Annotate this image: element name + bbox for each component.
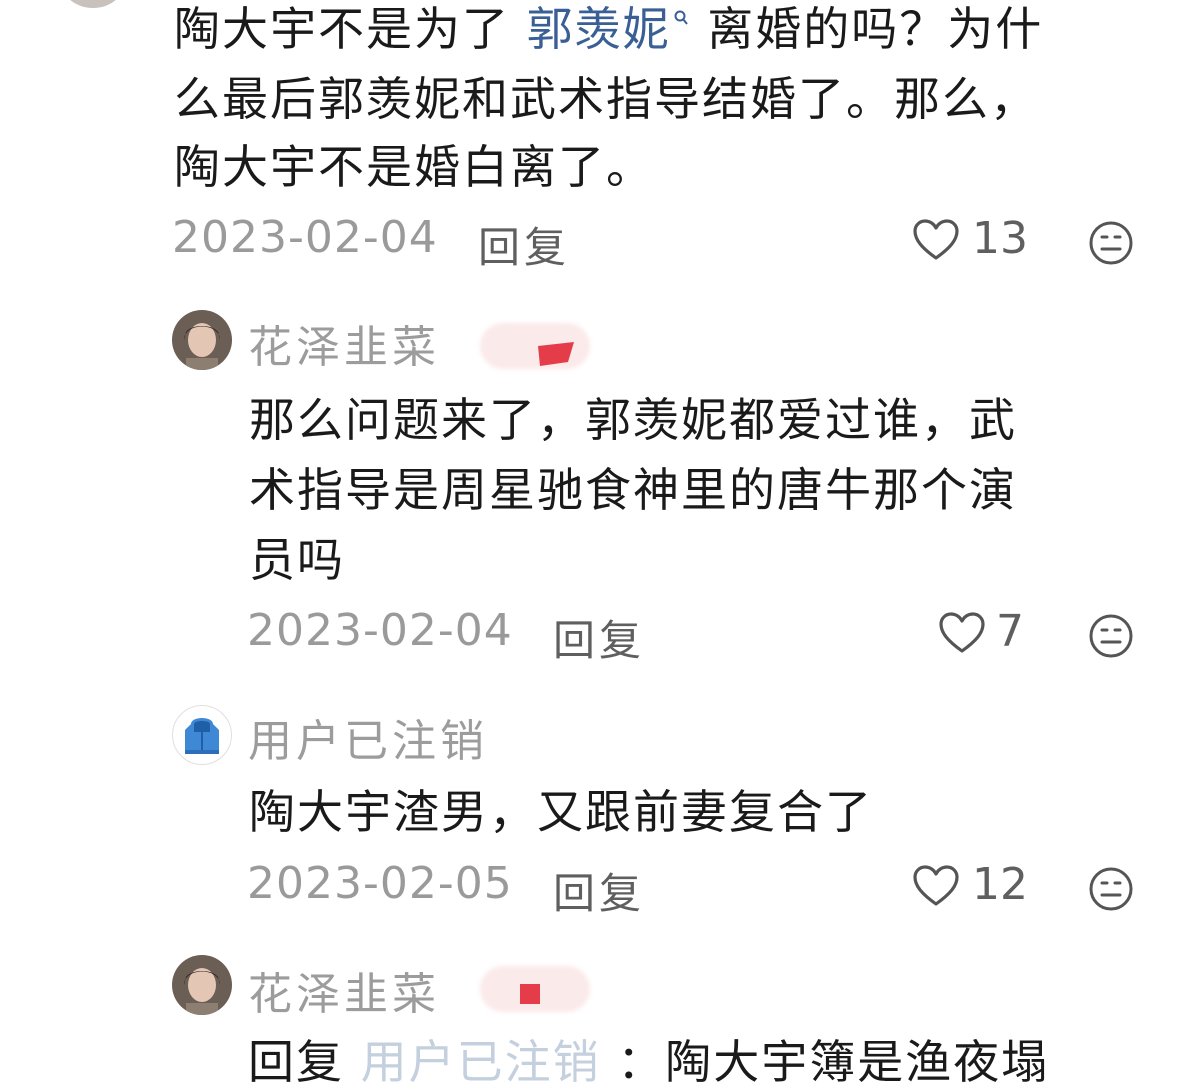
comment-text-line: 术指导是周星驰食神里的唐牛那个演 (249, 463, 1017, 517)
neutral-face-icon[interactable] (1088, 866, 1134, 916)
avatar-partial[interactable] (62, 0, 124, 8)
reply-button[interactable]: 回复 (553, 860, 645, 921)
mention-link[interactable]: 用户已注销 (361, 1035, 601, 1089)
like-count: 13 (972, 213, 1028, 264)
avatar[interactable] (172, 955, 232, 1015)
user-name[interactable]: 花泽韭菜 (248, 958, 440, 1022)
avatar[interactable] (172, 310, 232, 370)
reply-button[interactable]: 回复 (553, 607, 645, 668)
heart-outline-icon (913, 219, 959, 260)
reply-prefix: 回复 (248, 1035, 344, 1089)
user-badge-flag (520, 984, 540, 1004)
hoodie-icon (185, 718, 219, 754)
comment-date: 2023-02-04 (247, 605, 513, 656)
comment-text-line: 员吗 (249, 533, 345, 587)
comment-date: 2023-02-04 (172, 212, 438, 263)
comment-text-line: 回复 用户已注销 ：陶大宇簿是渔夜塌 (248, 1032, 1049, 1092)
user-name[interactable]: 花泽韭菜 (248, 311, 440, 375)
like-button[interactable] (938, 611, 986, 659)
heart-outline-icon (913, 865, 959, 906)
user-badge-flag (538, 342, 576, 370)
comment-text-line: 陶大宇不是为了 郭羡妮 离婚的吗？为什 (174, 0, 1043, 64)
like-button[interactable] (912, 218, 960, 266)
comment-text-line: 那么问题来了，郭羡妮都爱过谁，武 (249, 393, 1017, 447)
search-icon[interactable] (673, 9, 689, 33)
like-count: 7 (996, 606, 1024, 657)
reply-button[interactable]: 回复 (478, 214, 570, 275)
avatar[interactable] (172, 705, 232, 765)
comment-text-segment: 离婚的吗？为什 (707, 2, 1044, 56)
user-name[interactable]: 用户已注销 (248, 705, 488, 769)
comment-text-segment: ：陶大宇簿是渔夜塌 (617, 1035, 1050, 1089)
heart-outline-icon (939, 612, 985, 653)
like-count: 12 (972, 859, 1028, 910)
comment-text-segment: 陶大宇不是为了 (174, 2, 510, 56)
comment-date: 2023-02-05 (247, 858, 513, 909)
neutral-face-icon[interactable] (1088, 613, 1134, 663)
comment-text-line: 陶大宇不是婚白离了。 (174, 140, 654, 194)
like-button[interactable] (912, 864, 960, 912)
comment-text-line: 么最后郭羡妮和武术指导结婚了。那么， (174, 72, 1038, 126)
neutral-face-icon[interactable] (1088, 220, 1134, 270)
mention-link[interactable]: 郭羡妮 (527, 2, 671, 56)
comment-text-line: 陶大宇渣男，又跟前妻复合了 (249, 785, 873, 839)
